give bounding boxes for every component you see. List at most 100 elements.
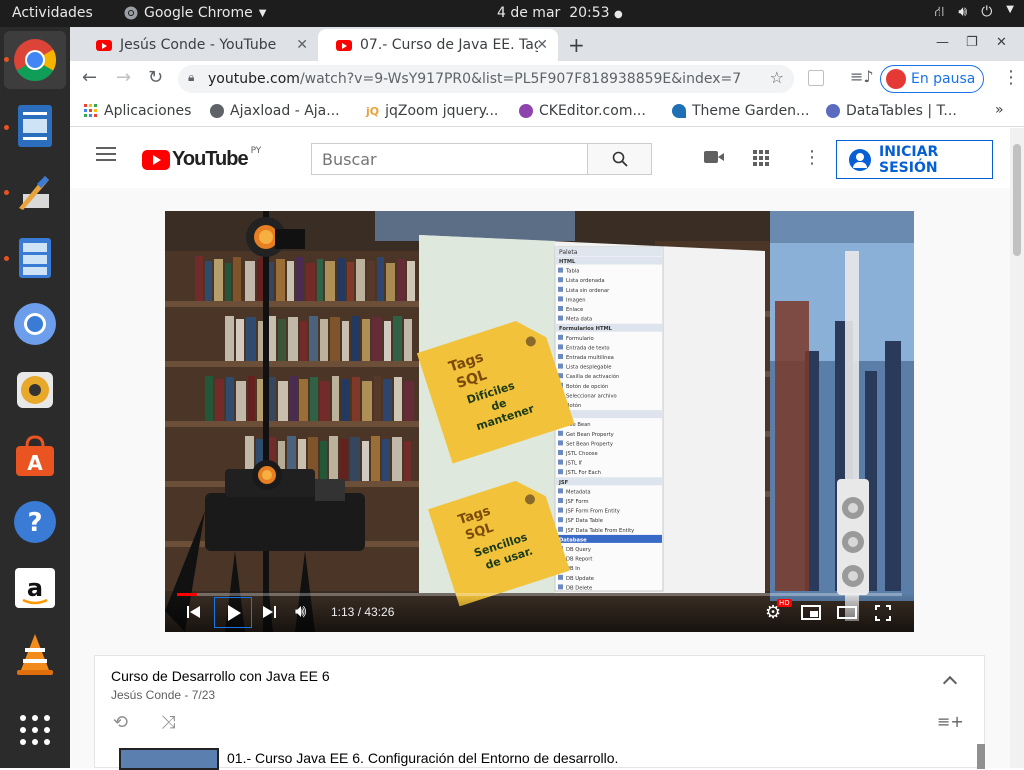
search-placeholder: Buscar	[322, 149, 377, 169]
search-button[interactable]	[587, 143, 652, 175]
close-window-button[interactable]: ✕	[996, 35, 1007, 50]
theme-garden-icon	[672, 104, 686, 118]
play-button[interactable]	[214, 597, 252, 628]
miniplayer-icon[interactable]	[801, 605, 821, 620]
previous-icon[interactable]	[187, 605, 201, 619]
palette-item-icon	[558, 584, 563, 590]
progress-bar[interactable]	[177, 593, 902, 596]
volume-icon: 🔊︎	[958, 4, 968, 20]
bookmark-aplicaciones[interactable]: Aplicaciones	[84, 103, 191, 119]
dock-vlc-icon[interactable]	[12, 631, 58, 677]
region-code: PY	[250, 145, 262, 156]
playlist-scrollbar[interactable]	[977, 744, 985, 769]
progress-fill	[177, 593, 198, 596]
palette-item: Entrada de texto	[566, 345, 610, 351]
list-item-title: 01.- Curso Java EE 6. Configuración del …	[227, 750, 619, 766]
palette-item-icon	[558, 306, 563, 311]
page-scrollbar[interactable]	[1010, 128, 1024, 768]
theater-mode-icon[interactable]	[837, 606, 857, 619]
hamburger-menu-icon[interactable]	[96, 147, 116, 161]
palette-item-icon	[558, 574, 563, 580]
bookmark-datatables[interactable]: DataTables | T...	[826, 103, 957, 119]
bookmarks-overflow-icon[interactable]: »	[995, 102, 1004, 118]
palette-title: Paleta	[559, 249, 578, 256]
bookmark-label: DataTables | T...	[846, 103, 957, 119]
address-bar[interactable]: 🔒︎ youtube.com/watch?v=9-WsY917PR0&list=…	[178, 65, 794, 93]
volume-icon[interactable]: 🔊︎	[295, 601, 306, 622]
tab-strip: Jesús Conde - YouTube ✕ 07.- Curso de Ja…	[70, 27, 1024, 61]
list-item[interactable]: 01.- Curso Java EE 6. Configuración del …	[95, 748, 984, 770]
star-icon[interactable]: ☆	[770, 68, 784, 87]
palette-item-icon	[558, 286, 563, 292]
system-menu[interactable]: ⛙ 🔊︎ ⏻ ▼	[935, 4, 1014, 22]
forward-button[interactable]: →	[116, 67, 131, 88]
running-indicator	[4, 256, 9, 261]
avatar	[886, 69, 906, 89]
youtube-logo[interactable]: YouTube PY	[142, 145, 262, 171]
youtube-logo-text: YouTube	[172, 148, 249, 170]
video-player[interactable]: Paleta HTML Tabla Lista ordenada Lista sin …	[165, 211, 914, 632]
activities-button[interactable]: Actividades	[12, 5, 93, 21]
apps-grid-icon[interactable]	[753, 150, 769, 166]
dock-chromium-icon[interactable]	[12, 301, 58, 347]
fullscreen-icon[interactable]	[875, 605, 891, 621]
bookmark-label: jqZoom jquery...	[385, 103, 499, 119]
playlist-title[interactable]: Curso de Desarrollo con Java EE 6	[111, 668, 330, 684]
palette-item-icon	[558, 315, 563, 321]
add-to-queue-icon[interactable]: ≡+	[937, 712, 964, 731]
collapse-chevron-icon[interactable]	[942, 675, 958, 691]
palette-item: JSF Form	[565, 499, 589, 505]
dock-rhythmbox-icon[interactable]	[12, 367, 58, 413]
palette-item: DB Update	[566, 576, 594, 582]
signin-button[interactable]: INICIAR SESIÓN	[836, 140, 993, 179]
minimize-button[interactable]: —	[936, 35, 949, 50]
dock-document-viewer-icon[interactable]	[12, 103, 58, 149]
palette-item-icon	[558, 267, 563, 273]
bookmark-ckeditor[interactable]: CKEditor.com...	[519, 103, 646, 119]
dock-amazon-icon[interactable]: a	[12, 565, 58, 611]
loop-icon[interactable]: ⟲	[113, 712, 128, 733]
app-menu[interactable]: Google Chrome ▼	[124, 5, 266, 21]
palette-item: JSTL Choose	[565, 451, 598, 457]
clock[interactable]: 4 de mar 20:53 ●	[497, 5, 623, 21]
bookmark-ajaxload[interactable]: Ajaxload - Aja...	[210, 103, 340, 119]
profile-button[interactable]: En pausa	[880, 65, 984, 93]
dock-files-icon[interactable]	[12, 235, 58, 281]
palette-item-icon	[558, 507, 563, 513]
time-display: 1:13 / 43:26	[331, 605, 395, 619]
dock-drawing-app-icon[interactable]	[12, 169, 58, 215]
close-icon[interactable]: ✕	[296, 37, 308, 53]
dock-software-icon[interactable]: A	[12, 433, 58, 479]
new-tab-button[interactable]: +	[568, 33, 585, 57]
url-host: youtube.com	[208, 71, 300, 87]
shuffle-icon[interactable]: ⤨	[161, 712, 175, 733]
reload-button[interactable]: ↻	[148, 67, 163, 88]
palette-header-bg	[556, 477, 662, 486]
restore-button[interactable]: ❐	[966, 35, 978, 50]
scrollbar-thumb[interactable]	[1013, 144, 1021, 256]
dock-help-icon[interactable]: ?	[12, 499, 58, 545]
dock-chrome-icon[interactable]	[12, 37, 58, 83]
youtube-play-icon	[142, 149, 170, 170]
palette-item: Tabla	[565, 269, 579, 275]
bookmark-label: Theme Garden...	[692, 103, 810, 119]
media-controls-icon[interactable]: ≡♪	[850, 67, 874, 86]
tab-java-ee[interactable]: 07.- Curso de Java EE. Tag ✕	[318, 29, 558, 61]
search-input[interactable]: Buscar	[311, 143, 588, 175]
create-video-icon[interactable]	[704, 151, 724, 163]
next-icon[interactable]	[263, 605, 277, 619]
tab-jesus-conde[interactable]: Jesús Conde - YouTube ✕	[78, 29, 318, 61]
settings-dots-icon[interactable]: ⋮	[803, 147, 821, 168]
palette-item: Get Bean Property	[566, 432, 614, 438]
search-icon	[612, 151, 628, 167]
close-icon[interactable]: ✕	[536, 37, 548, 53]
extension-icon[interactable]	[808, 70, 824, 86]
menu-dots-icon[interactable]: ⋮	[1002, 67, 1020, 88]
bookmark-jqzoom[interactable]: jQ jqZoom jquery...	[366, 103, 498, 119]
chevron-down-icon: ▼	[258, 7, 267, 19]
show-applications-icon[interactable]	[12, 707, 58, 753]
bookmark-theme-garden[interactable]: Theme Garden...	[672, 103, 809, 119]
playlist-subtitle[interactable]: Jesús Conde - 7/23	[111, 688, 215, 702]
back-button[interactable]: ←	[82, 67, 97, 88]
video-frame-scene: Paleta HTML Tabla Lista ordenada Lista sin …	[165, 211, 914, 632]
